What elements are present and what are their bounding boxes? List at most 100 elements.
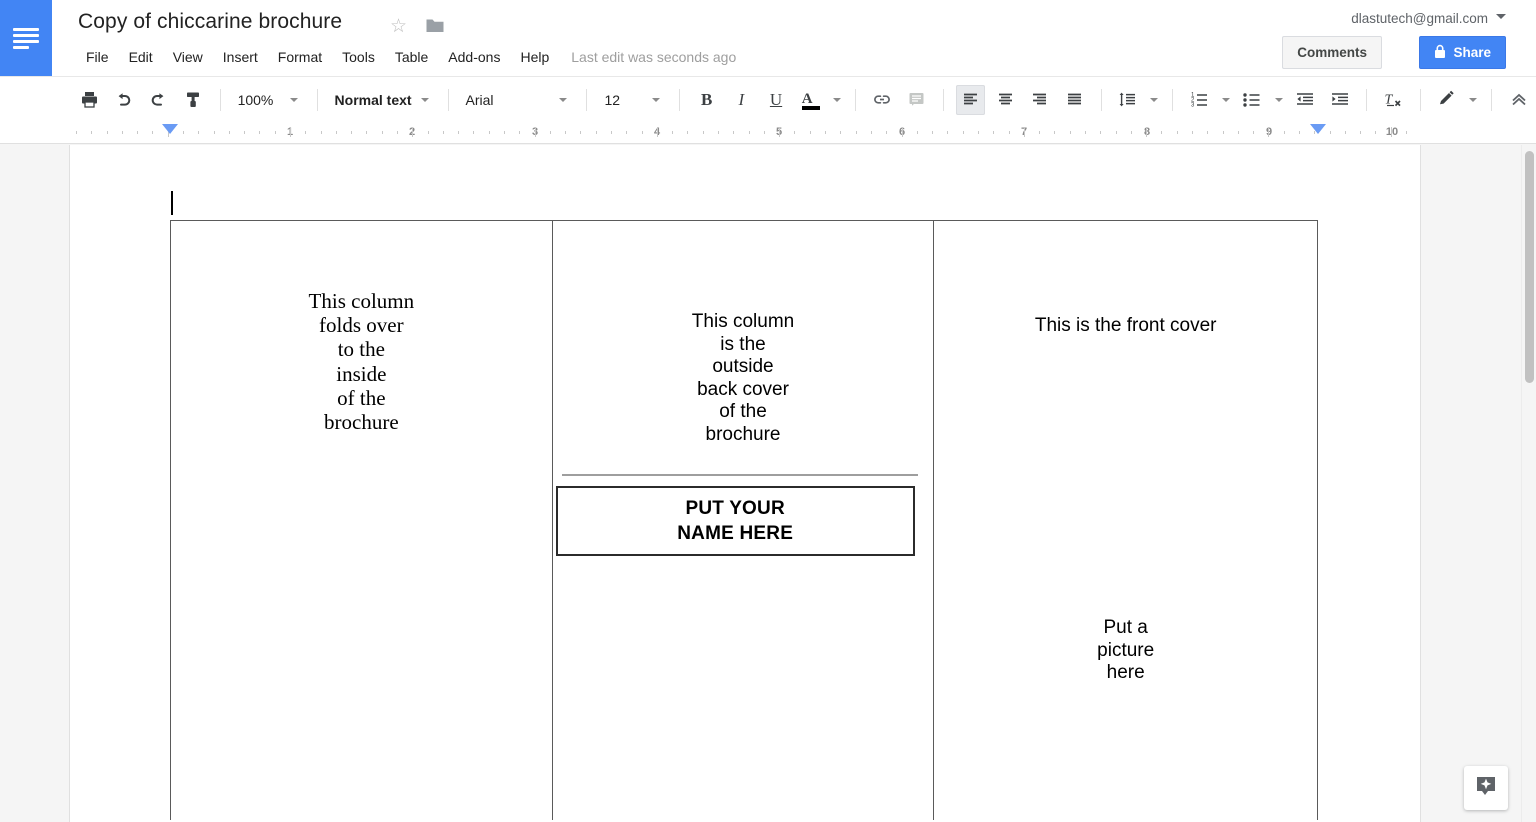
last-edit-status[interactable]: Last edit was seconds ago: [571, 49, 736, 65]
numbered-list-icon[interactable]: 1 2 3: [1185, 85, 1214, 115]
vertical-scrollbar[interactable]: [1521, 145, 1536, 822]
ruler-tick: [1360, 131, 1362, 134]
italic-button[interactable]: I: [727, 85, 756, 115]
collapse-toolbar-chevron-icon[interactable]: [1504, 85, 1533, 115]
scroll-thumb[interactable]: [1525, 151, 1534, 383]
toolbar-divider: [1172, 88, 1174, 111]
paragraph-style-dropdown[interactable]: Normal text: [327, 85, 439, 115]
text-color-label: A: [801, 90, 813, 107]
ruler-tick: [977, 131, 979, 134]
bold-label: B: [701, 89, 713, 109]
ruler-tick: [473, 131, 475, 134]
ruler-tick: [626, 131, 628, 134]
toolbar-divider: [943, 88, 945, 111]
menu-file[interactable]: File: [76, 46, 119, 68]
align-left-icon[interactable]: [956, 84, 985, 115]
name-placeholder-box[interactable]: PUT YOUR NAME HERE: [555, 486, 915, 556]
decrease-indent-icon[interactable]: [1291, 85, 1320, 115]
menu-table[interactable]: Table: [385, 46, 438, 68]
increase-indent-icon[interactable]: [1325, 85, 1354, 115]
ruler-tick: [565, 131, 567, 134]
toolbar-divider: [1419, 88, 1421, 111]
menu-insert[interactable]: Insert: [213, 46, 268, 68]
pencil-edit-icon[interactable]: [1433, 85, 1462, 115]
ruler-tick: [320, 131, 322, 134]
inside-fold-text[interactable]: This column folds over to the inside of …: [171, 289, 552, 434]
align-center-icon[interactable]: [991, 85, 1020, 115]
add-comment-icon[interactable]: [903, 85, 932, 115]
document-canvas[interactable]: This column folds over to the inside of …: [0, 145, 1536, 822]
text-color-chevron-down-icon[interactable]: [833, 97, 842, 102]
right-indent-marker[interactable]: [1310, 124, 1326, 134]
share-button[interactable]: Share: [1419, 36, 1506, 69]
align-justify-icon[interactable]: [1060, 85, 1089, 115]
ruler-tick: [1008, 131, 1010, 134]
clear-formatting-icon[interactable]: T: [1379, 85, 1408, 115]
menu-bar: File Edit View Insert Format Tools Table…: [76, 46, 736, 68]
star-outline-icon[interactable]: ☆: [390, 17, 407, 36]
ruler-tick: [870, 131, 872, 134]
align-right-icon[interactable]: [1026, 85, 1055, 115]
account-email[interactable]: dlastutech@gmail.com: [1351, 11, 1488, 26]
text-color-button[interactable]: A: [796, 85, 825, 115]
comments-button[interactable]: Comments: [1282, 36, 1382, 69]
ruler-track[interactable]: 1 2 3 4 5 6 7 8 9 10: [70, 122, 1420, 143]
bold-button[interactable]: B: [692, 85, 721, 115]
ruler-tick: [274, 131, 276, 134]
ruler-tick: [458, 131, 460, 134]
font-size-dropdown[interactable]: 12: [596, 85, 670, 115]
brochure-column-1[interactable]: This column folds over to the inside of …: [171, 221, 553, 820]
ruler-tick: [733, 131, 735, 134]
chevron-down-icon: [420, 97, 429, 102]
ruler-tick: [825, 131, 827, 134]
bulleted-list-icon[interactable]: [1238, 85, 1267, 115]
ruler-tick: [687, 131, 689, 134]
numbered-list-chevron-down-icon[interactable]: [1222, 97, 1231, 102]
ruler-tick: [809, 131, 811, 134]
font-family-dropdown[interactable]: Arial: [457, 85, 577, 115]
menu-help[interactable]: Help: [510, 46, 559, 68]
line-spacing-icon[interactable]: [1114, 85, 1143, 115]
picture-placeholder-text[interactable]: Put a picture here: [934, 617, 1317, 685]
ruler-tick: [75, 131, 77, 134]
redo-icon[interactable]: [144, 85, 173, 115]
zoom-level-dropdown[interactable]: 100%: [230, 85, 308, 115]
menu-tools[interactable]: Tools: [332, 46, 385, 68]
underline-button[interactable]: U: [762, 85, 791, 115]
font-size-value: 12: [604, 91, 621, 108]
ruler-tick: [1207, 131, 1209, 134]
chevron-down-icon: [559, 97, 568, 102]
edit-mode-chevron-down-icon[interactable]: [1469, 97, 1478, 102]
brochure-column-2[interactable]: This column is the outside back cover of…: [553, 221, 935, 820]
front-cover-heading[interactable]: This is the front cover: [934, 315, 1317, 338]
brochure-column-3[interactable]: This is the front cover Put a picture he…: [934, 221, 1317, 820]
line-spacing-chevron-down-icon[interactable]: [1150, 97, 1159, 102]
left-indent-marker[interactable]: [162, 124, 178, 134]
chevron-down-icon: [652, 97, 661, 102]
menu-view[interactable]: View: [163, 46, 213, 68]
chevron-down-icon[interactable]: [1496, 14, 1506, 19]
insert-link-icon[interactable]: [868, 85, 897, 115]
menu-edit[interactable]: Edit: [119, 46, 163, 68]
toolbar-divider: [1491, 88, 1493, 111]
ruler-tick: [1344, 131, 1346, 134]
share-button-label: Share: [1453, 45, 1491, 60]
menu-add-ons[interactable]: Add-ons: [438, 46, 510, 68]
docs-home-logo-button[interactable]: [0, 0, 52, 76]
paint-format-icon[interactable]: [179, 85, 208, 115]
ruler-tick: [611, 131, 613, 134]
print-icon[interactable]: [75, 85, 104, 115]
brochure-table[interactable]: This column folds over to the inside of …: [170, 220, 1318, 820]
explore-button[interactable]: [1464, 766, 1508, 810]
ruler-tick: [748, 131, 750, 134]
undo-icon[interactable]: [110, 85, 139, 115]
document-title[interactable]: Copy of chiccarine brochure: [78, 10, 342, 34]
horizontal-ruler[interactable]: 1 2 3 4 5 6 7 8 9 10: [0, 122, 1536, 144]
menu-format[interactable]: Format: [268, 46, 332, 68]
move-to-folder-icon[interactable]: [425, 17, 445, 34]
document-page[interactable]: This column folds over to the inside of …: [70, 145, 1420, 822]
text-color-swatch: [801, 105, 820, 110]
bulleted-list-chevron-down-icon[interactable]: [1274, 97, 1283, 102]
ruler-tick: [1084, 131, 1086, 134]
outside-back-cover-text[interactable]: This column is the outside back cover of…: [553, 311, 934, 447]
